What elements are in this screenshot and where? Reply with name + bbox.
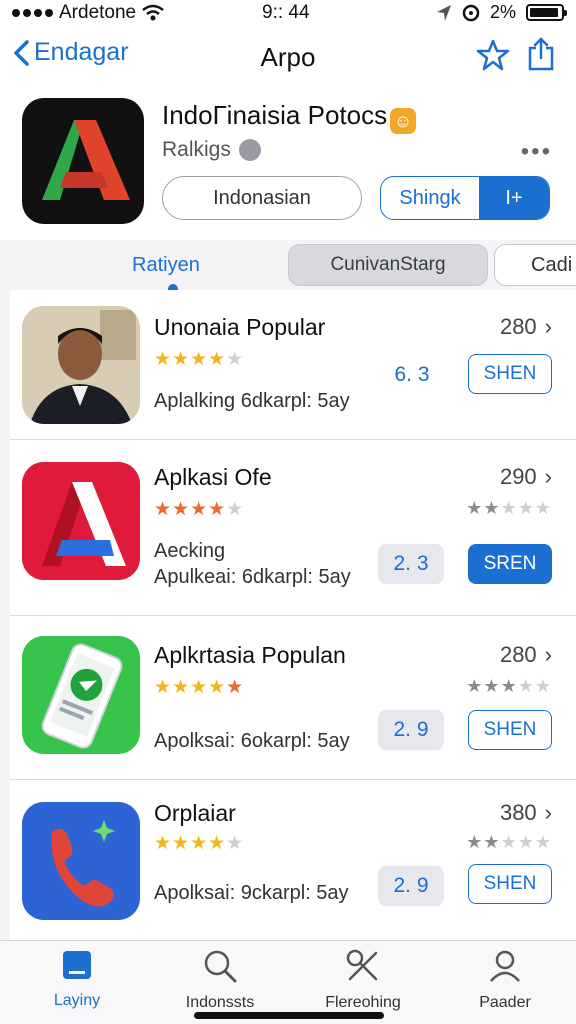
get-button[interactable]: SHEN [468, 354, 552, 394]
status-bar: Ardetone 9:: 44 2% [0, 0, 576, 24]
chevron-right-icon: › [544, 314, 552, 339]
app-name: IndoГinaisia Potocs ☺ [162, 100, 417, 134]
more-options-icon[interactable]: ••• [521, 138, 552, 166]
app-thumbnail [22, 306, 140, 424]
signal-icon [12, 9, 53, 17]
chevron-right-icon: › [544, 800, 552, 825]
tabbar-item-paader[interactable]: Paader [440, 949, 570, 1012]
segment-left-button[interactable]: Shingk [381, 177, 479, 219]
app-icon [22, 98, 144, 224]
app-header: IndoГinaisia Potocs ☺ Ralkigs ••• Indonas… [0, 92, 576, 252]
segment-right-button[interactable]: I+ [479, 177, 549, 219]
tools-icon [346, 949, 378, 981]
tab-ratiyen[interactable]: Ratiyen [132, 254, 200, 277]
list-item[interactable]: Unonaia Popular ★★★★★ Aplalking 6dkarpl:… [10, 290, 576, 440]
review-count: 280 › [499, 642, 552, 667]
get-button[interactable]: SHEN [468, 710, 552, 750]
review-count: 380 › [499, 800, 552, 825]
language-button[interactable]: Indonasian [162, 176, 362, 220]
category-tabs: Ratiyen CunivanStarg Cadi [0, 240, 576, 290]
rating-stars: ★★★★★ [154, 833, 245, 854]
tabbar-item-indonssts[interactable]: Indonssts [155, 949, 285, 1012]
get-button[interactable]: SHEN [468, 864, 552, 904]
review-count: 280 › [499, 314, 552, 339]
app-title: Orplaiar [154, 800, 236, 826]
share-icon[interactable] [526, 36, 556, 72]
chevron-right-icon: › [544, 464, 552, 489]
secondary-rating-stars: ★★★★★ [466, 676, 552, 696]
list-item[interactable]: Aplkasi Ofe ★★★★★ Aecking Apulkeai: 6dka… [10, 440, 576, 616]
get-button[interactable]: SREN [468, 544, 552, 584]
emoji-badge-icon: ☺ [390, 108, 417, 134]
chevron-right-icon: › [544, 642, 552, 667]
action-segment: Shingk I+ [380, 176, 550, 220]
list-item[interactable]: Aplkrtasia Populan ★★★★★ Apolksai: 6okar… [10, 616, 576, 780]
tabbar-item-layiny[interactable]: Layiny [12, 949, 142, 1010]
app-list: Unonaia Popular ★★★★★ Aplalking 6dkarpl:… [10, 290, 576, 940]
app-description: Aplalking 6dkarpl: 5ay [154, 390, 350, 412]
rating-stars: ★★★★★ [154, 499, 245, 520]
star-icon[interactable] [476, 38, 510, 72]
app-thumbnail [22, 462, 140, 580]
rating-stars: ★★★★★ [154, 349, 245, 370]
rating-score: 2. 9 [378, 866, 444, 906]
user-info-icon [238, 139, 261, 161]
app-thumbnail [22, 802, 140, 920]
app-title: Unonaia Popular [154, 314, 326, 340]
app-thumbnail [22, 636, 140, 754]
review-count: 290 › [499, 464, 552, 489]
square-icon [63, 951, 91, 979]
app-title: Aplkasi Ofe [154, 464, 272, 490]
app-title: Aplkrtasia Populan [154, 642, 346, 668]
tabbar-item-flereohing[interactable]: Flereohing [298, 949, 428, 1012]
battery-percent: 2% [489, 2, 516, 22]
carrier-name: Ardetone [59, 2, 137, 23]
rating-score: 2. 9 [378, 710, 444, 750]
tab-cadi[interactable]: Cadi [494, 244, 576, 286]
app-description: Apolksai: 9ckarpl: 5ay [154, 882, 349, 904]
list-item[interactable]: Orplaiar ★★★★★ Apolksai: 9ckarpl: 5ay 38… [10, 780, 576, 940]
rating-score: 6. 3 [394, 363, 430, 386]
navigation-bar: Endagar Arpo [0, 24, 576, 92]
rating-stars: ★★★★★ [154, 677, 245, 698]
app-description: Apolksai: 6okarpl: 5ay [154, 730, 350, 752]
alarm-icon [462, 4, 480, 21]
secondary-rating-stars: ★★★★★ [466, 498, 552, 518]
app-subtitle: Ralkigs [162, 138, 261, 162]
secondary-rating-stars: ★★★★★ [466, 832, 552, 852]
search-icon [204, 950, 237, 983]
status-time: 9:: 44 [262, 2, 310, 23]
wifi-icon [142, 4, 164, 21]
location-icon [436, 4, 451, 21]
person-icon [490, 950, 520, 982]
tab-cunivanstarg[interactable]: CunivanStarg [288, 244, 488, 286]
app-description: Apulkeai: 6dkarpl: 5ay [154, 566, 351, 588]
home-indicator [194, 1012, 384, 1019]
app-description-secondary: Aecking [154, 540, 226, 562]
rating-score: 2. 3 [378, 544, 444, 584]
battery-icon [526, 4, 567, 21]
